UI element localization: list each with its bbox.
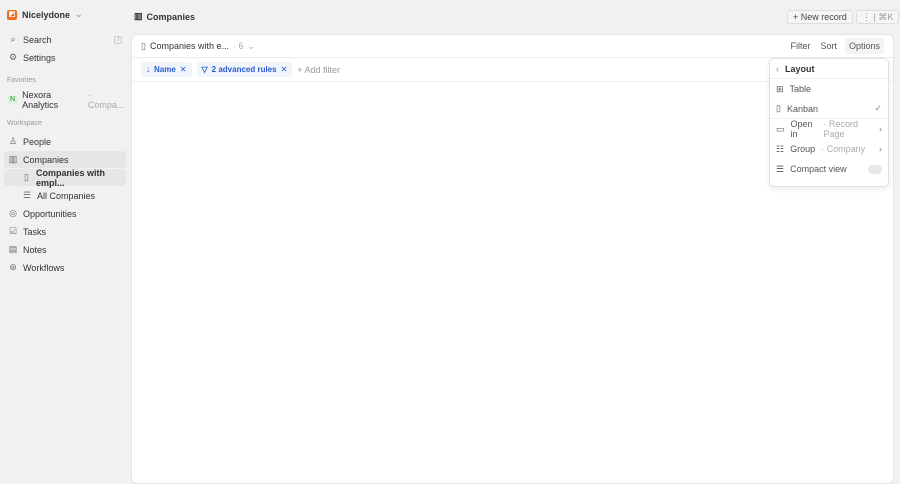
view-count: · 6 xyxy=(233,40,244,51)
favorite-nexora[interactable]: N Nexora Analytics · Compa... xyxy=(4,89,126,110)
group-icon: ☷ xyxy=(776,143,785,154)
sort-chip[interactable]: ↓ Name ✕ xyxy=(141,62,192,77)
sidebar-item-opportunities[interactable]: ◎ Opportunities xyxy=(4,205,126,222)
label: Tasks xyxy=(23,226,47,237)
kanban-icon: ▯ xyxy=(24,172,29,182)
sidebar-item-tasks[interactable]: ☑ Tasks xyxy=(4,223,126,240)
check-icon: ✓ xyxy=(874,103,882,113)
chevron-right-icon: › xyxy=(879,124,882,134)
list-icon: ☰ xyxy=(22,190,32,200)
value: · Company xyxy=(821,144,866,154)
label: Kanban xyxy=(786,103,818,114)
label: Notes xyxy=(23,244,47,255)
sidebar-search[interactable]: ⌕ Search / xyxy=(4,31,126,48)
sidebar-item-all-companies[interactable]: ☰ All Companies xyxy=(4,187,126,204)
gear-icon: ⚙ xyxy=(8,52,18,62)
chevron-down-icon: ⌄ xyxy=(247,40,256,51)
sidebar-settings[interactable]: ⚙ Settings xyxy=(4,49,126,66)
label: Workflows xyxy=(23,262,65,273)
label: Group xyxy=(790,144,816,154)
workspace-switcher[interactable]: ◩ Nicelydone ⌄ xyxy=(7,9,83,20)
menu-item-compact-view[interactable]: ☰ Compact view xyxy=(770,159,888,179)
settings-label: Settings xyxy=(23,52,56,63)
layout-dropdown: ‹ Layout ⊞ Table ▯ Kanban ✓ ▭ Open in · Record… xyxy=(769,58,889,187)
new-record-button[interactable]: + New record xyxy=(787,10,853,24)
checkbox-icon: ☑ xyxy=(8,226,18,236)
sidebar-item-companies[interactable]: ▥ Companies xyxy=(4,151,126,168)
title-text: Companies xyxy=(146,11,196,22)
note-icon: ▤ xyxy=(8,244,18,254)
label: Companies with empl... xyxy=(36,167,106,188)
target-icon: ◎ xyxy=(9,208,17,218)
building-icon: ▥ xyxy=(8,154,18,164)
menu-item-open-in[interactable]: ▭ Open in · Record Page › xyxy=(770,119,888,139)
add-filter-label: Add filter xyxy=(304,64,341,75)
sort-button[interactable]: Sort xyxy=(820,41,837,51)
sidebar-item-workflows[interactable]: ⊛ Workflows xyxy=(4,259,126,276)
layout-back-button[interactable]: ‹ Layout xyxy=(770,59,888,79)
sidebar: ◩ Nicelydone ⌄ ⌕ Search / ⚙ Settings Favorite… xyxy=(0,0,130,484)
label: Table xyxy=(789,84,812,94)
workspace-logo-icon: ◩ xyxy=(7,9,17,20)
menu-item-table[interactable]: ⊞ Table xyxy=(770,79,888,99)
filter-icon: ▽ xyxy=(201,65,208,74)
favorite-sub: · Compa... xyxy=(87,89,125,110)
sidebar-item-companies-view[interactable]: ▯ Companies with empl... xyxy=(4,167,126,188)
building-icon: ▥ xyxy=(134,11,143,21)
options-button[interactable]: Options xyxy=(844,38,884,54)
view-picker[interactable]: ▯ Companies with e... · 6 ⌄ xyxy=(141,41,255,52)
arrow-down-icon: ↓ xyxy=(146,65,150,74)
kanban-icon: ▯ xyxy=(141,40,146,51)
person-icon: ♙ xyxy=(8,136,18,146)
filter-button[interactable]: Filter xyxy=(790,41,810,51)
search-icon: ⌕ xyxy=(10,34,16,44)
company-badge: N xyxy=(8,96,18,103)
window-icon: ▭ xyxy=(776,123,785,134)
chevron-down-icon: ⌄ xyxy=(75,9,83,19)
menu-item-kanban[interactable]: ▯ Kanban ✓ xyxy=(770,99,888,119)
sidebar-item-notes[interactable]: ▤ Notes xyxy=(4,241,126,258)
table-icon: ⊞ xyxy=(776,83,784,94)
sort-chip-label: Name xyxy=(154,65,176,74)
label: People xyxy=(23,136,52,147)
add-filter-button[interactable]: + Add filter xyxy=(297,65,340,75)
workspace-heading: Workspace xyxy=(7,120,42,127)
favorites-heading: Favorites xyxy=(7,77,36,84)
chevron-left-icon: ‹ xyxy=(776,63,779,74)
label: All Companies xyxy=(37,190,96,201)
menu-title: Layout xyxy=(785,63,815,74)
workflow-icon: ⊛ xyxy=(9,262,17,272)
favorite-name: Nexora Analytics xyxy=(22,89,59,110)
advanced-filter-chip[interactable]: ▽ 2 advanced rules ✕ xyxy=(196,62,293,77)
label: Compact view xyxy=(790,164,847,174)
workspace-name: Nicelydone xyxy=(22,9,71,20)
sidebar-item-people[interactable]: ♙ People xyxy=(4,133,126,150)
chevron-right-icon: › xyxy=(879,144,882,154)
compact-view-toggle[interactable] xyxy=(868,164,882,174)
close-icon[interactable]: ✕ xyxy=(281,65,288,74)
label: Opportunities xyxy=(23,208,77,219)
close-icon[interactable]: ✕ xyxy=(180,65,187,74)
kanban-icon: ▯ xyxy=(776,103,781,113)
search-shortcut: / xyxy=(114,35,122,44)
view-name: Companies with e... xyxy=(149,40,229,51)
value: · Record Page xyxy=(823,119,858,139)
compact-icon: ☰ xyxy=(776,163,785,174)
menu-item-group[interactable]: ☷ Group · Company › xyxy=(770,139,888,159)
advanced-chip-label: 2 advanced rules xyxy=(211,65,277,74)
page-title: ▥ Companies xyxy=(134,11,195,22)
label: Companies xyxy=(23,154,69,165)
search-label: Search xyxy=(23,34,52,45)
more-actions-button[interactable]: ⋮ | ⌘K xyxy=(856,10,900,24)
label: Open in xyxy=(790,119,813,139)
